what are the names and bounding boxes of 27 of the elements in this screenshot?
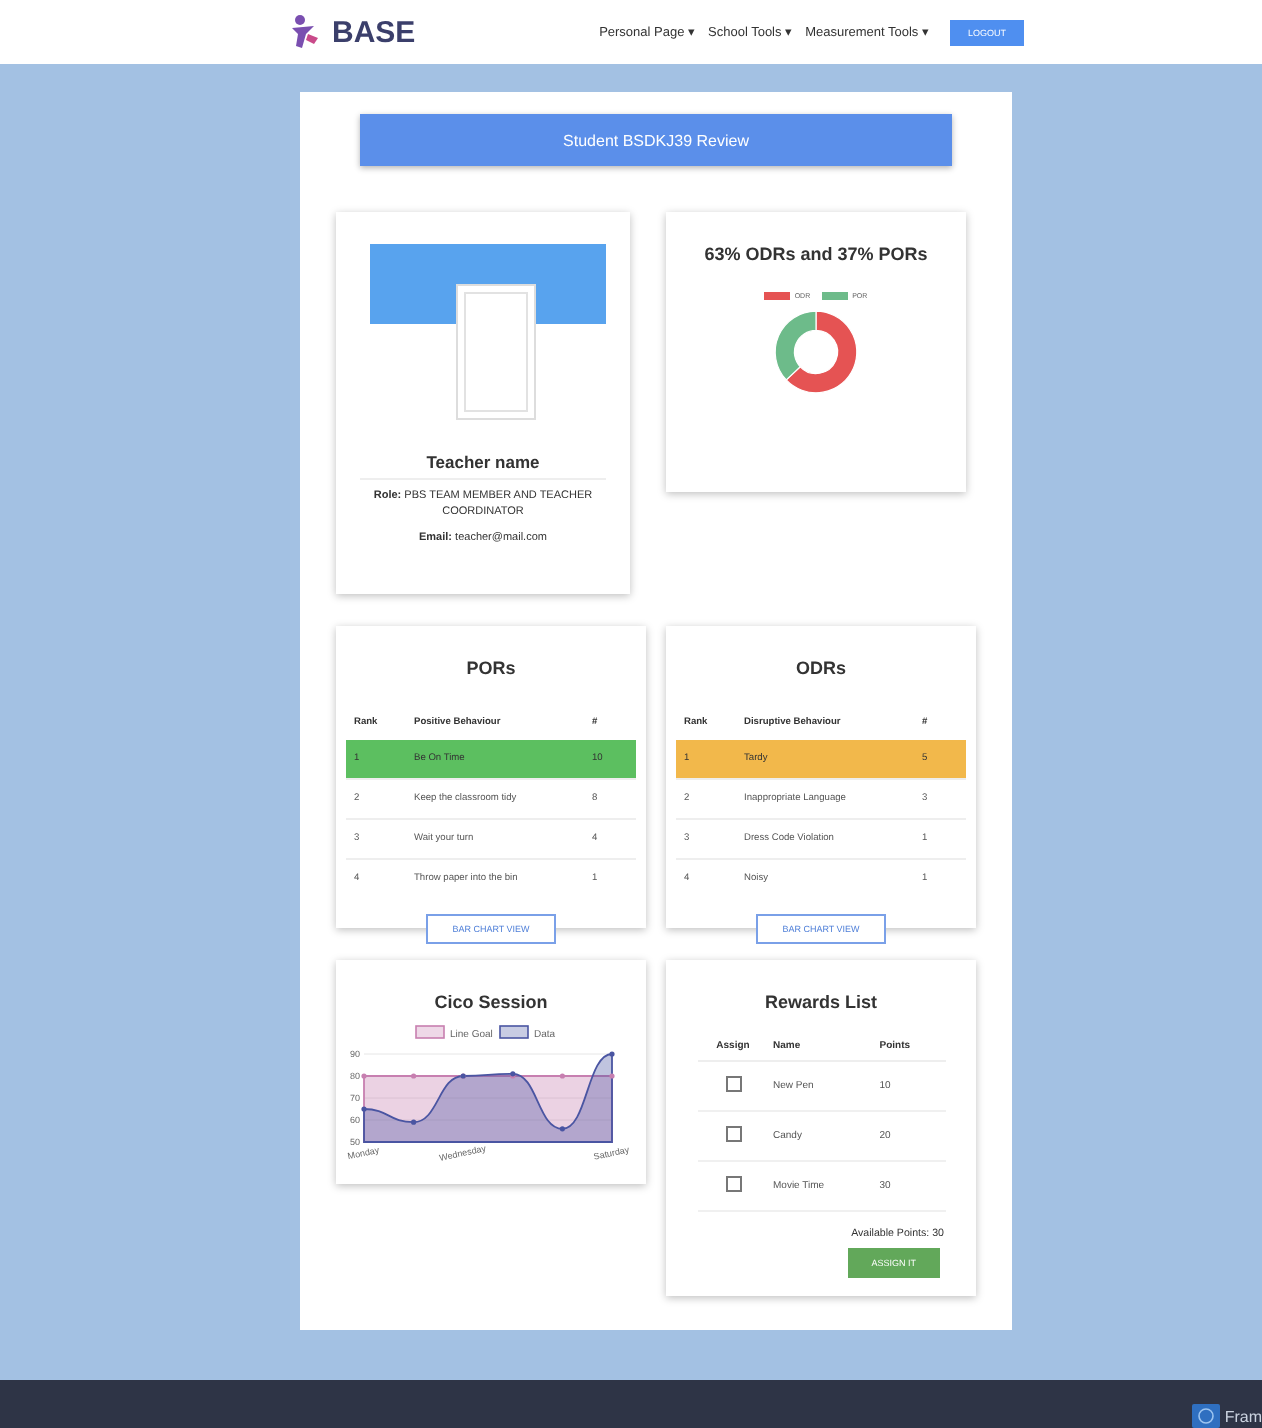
legend-swatch <box>498 1025 528 1039</box>
data-point <box>608 1073 614 1079</box>
data-point <box>410 1119 416 1125</box>
card-title: ODRs <box>795 658 846 678</box>
checkbox[interactable] <box>725 1076 741 1092</box>
data-point <box>360 1073 366 1079</box>
globe-icon <box>1192 1404 1221 1428</box>
card-title: PORs <box>466 658 516 678</box>
page-header: Student BSDKJ39 Review <box>360 114 952 166</box>
footer-text: Fram <box>1224 1408 1262 1428</box>
data-point <box>360 1106 366 1112</box>
legend-swatch <box>822 292 849 300</box>
card-title: Cico Session <box>432 992 550 1012</box>
data-point <box>558 1073 564 1079</box>
data-point <box>558 1126 564 1132</box>
card-title: Rewards List <box>764 992 878 1012</box>
logo-icon <box>290 14 322 50</box>
legend-swatch <box>414 1025 444 1039</box>
logo-text: BASE <box>332 15 416 49</box>
teacher-name: Teacher name <box>360 452 606 480</box>
checkbox[interactable] <box>725 1126 741 1142</box>
data-point <box>608 1051 614 1057</box>
checkbox[interactable] <box>725 1176 741 1192</box>
card-title: 63% ODRs and 37% PORs <box>702 244 930 264</box>
data-point <box>410 1073 416 1079</box>
profile-photo-frame <box>456 284 536 420</box>
legend-swatch <box>764 292 791 300</box>
